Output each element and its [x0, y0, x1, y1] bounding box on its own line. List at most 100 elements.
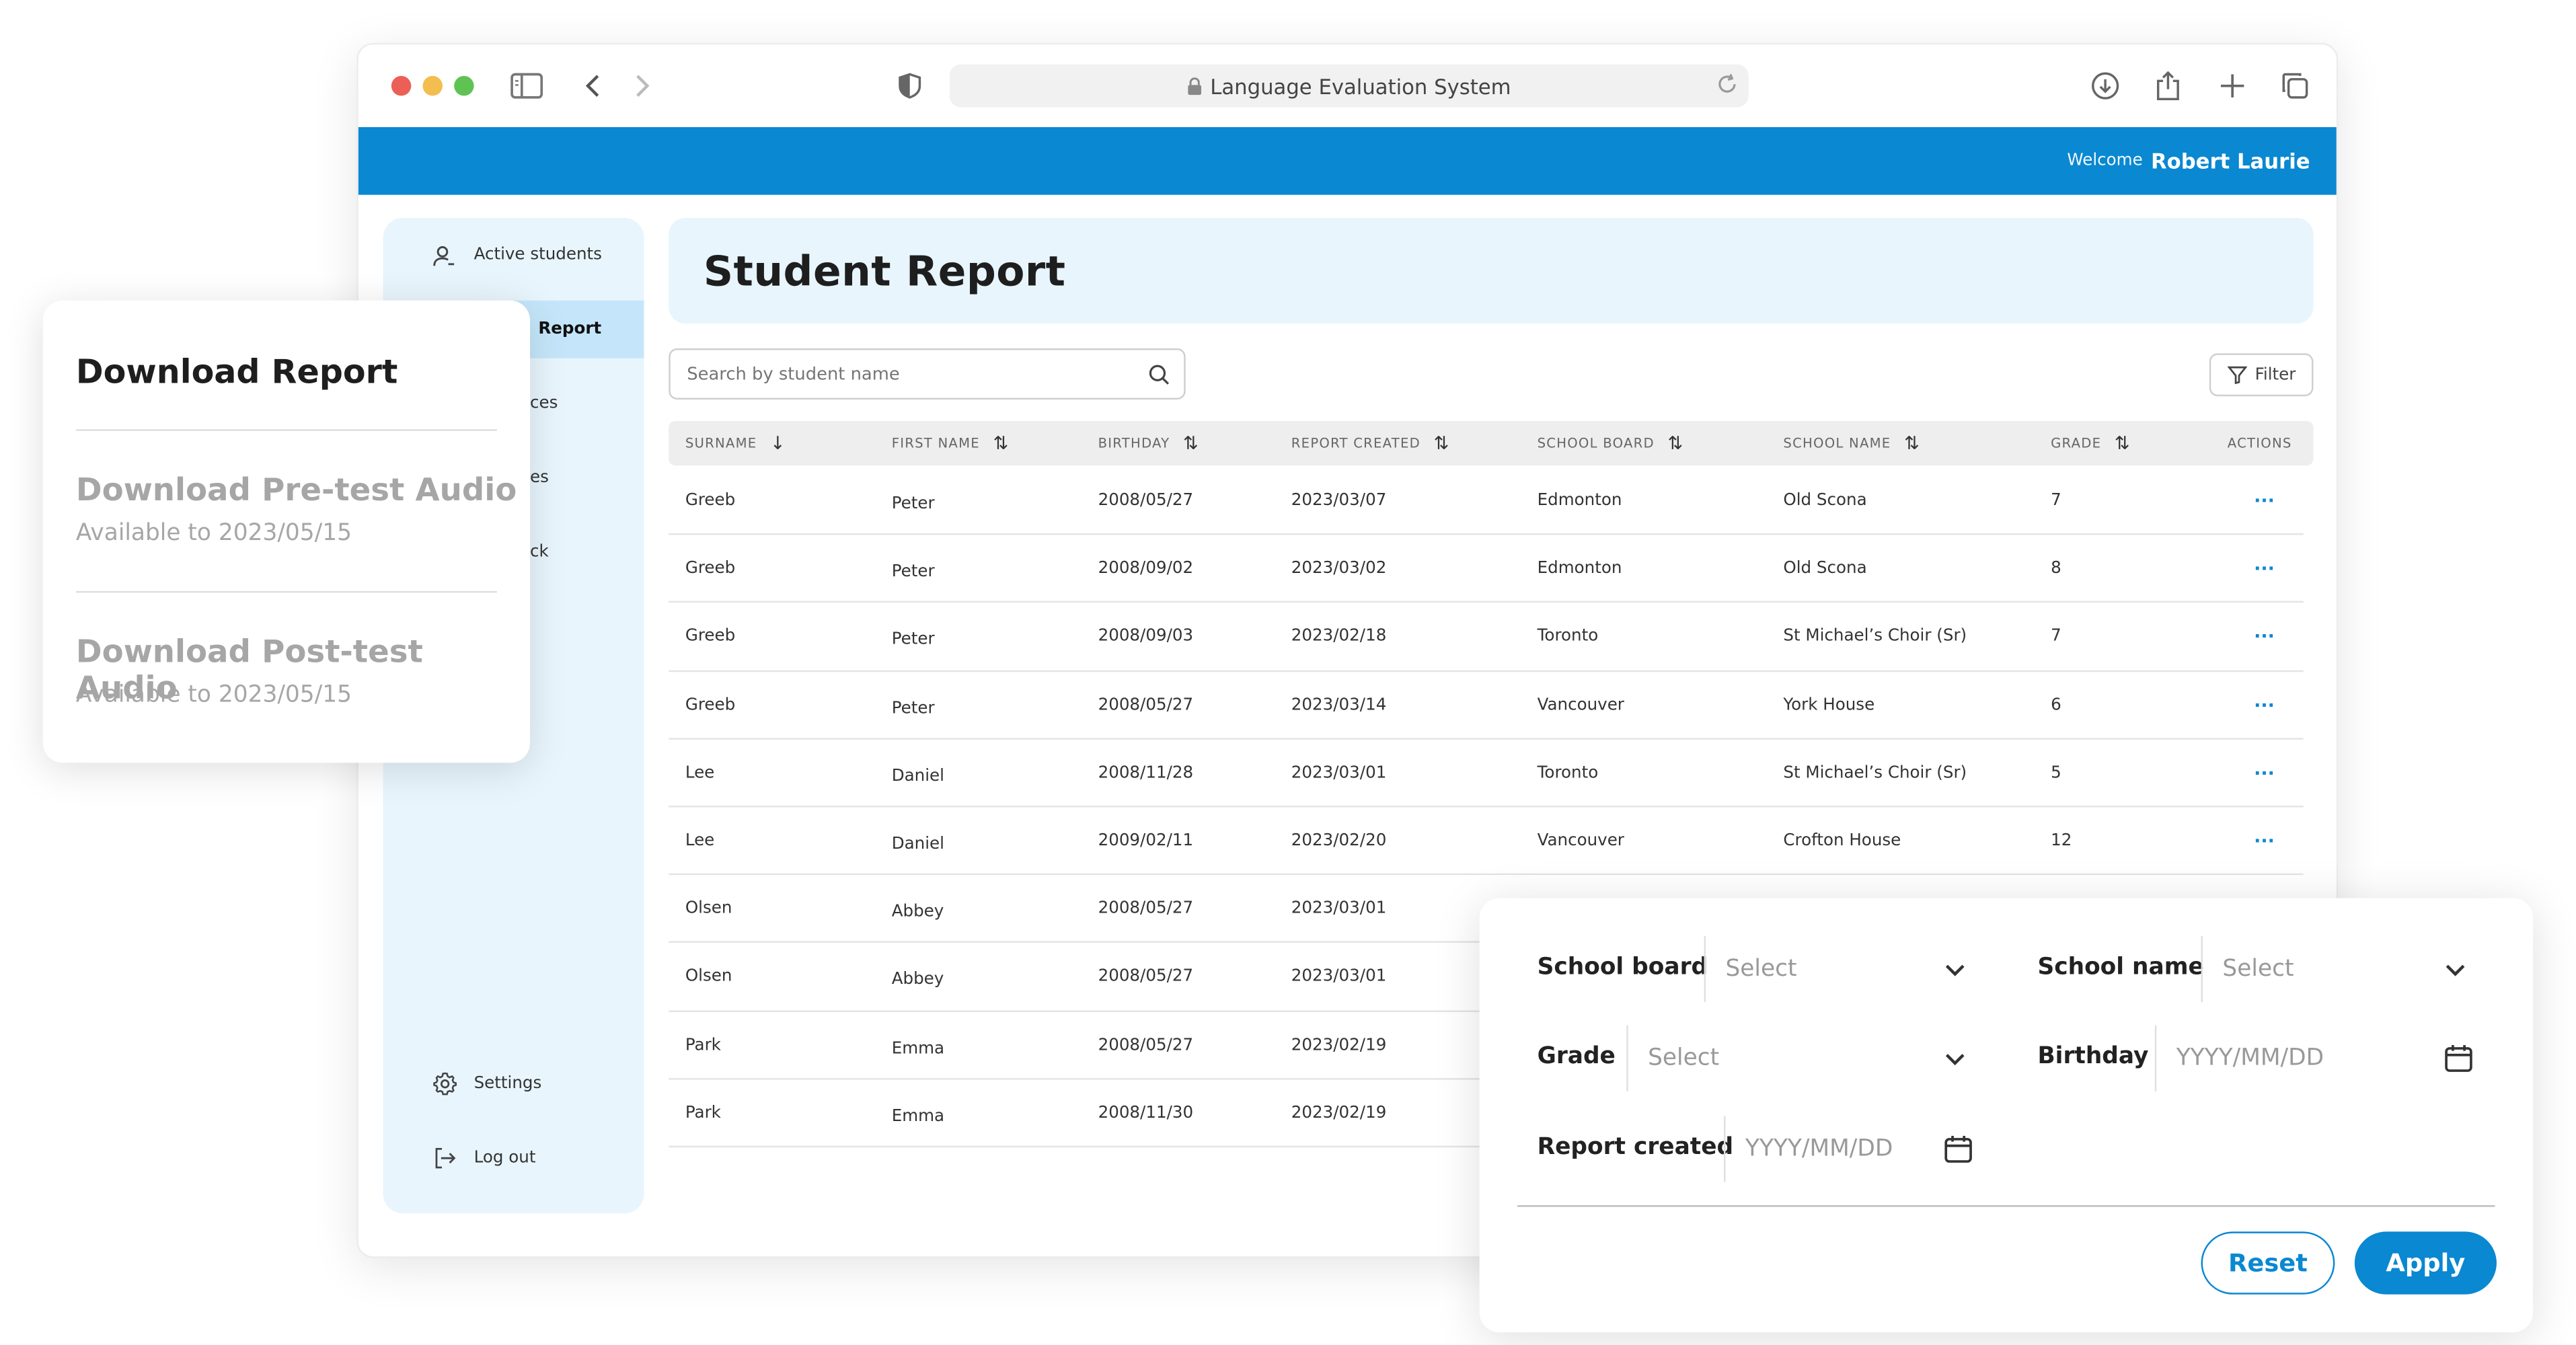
column-header-school-name[interactable]: SCHOOL NAME ⇅	[1783, 421, 1919, 465]
post-test-availability: Available to 2023/05/15	[75, 681, 352, 709]
calendar-icon[interactable]	[1942, 1132, 1975, 1165]
column-header-label: FIRST NAME	[891, 436, 980, 451]
cell-surname: Lee	[685, 764, 715, 783]
school-board-label: School board	[1537, 954, 1708, 981]
page: Language Evaluation System Welcome Rober…	[0, 0, 2576, 1345]
sidebar-toggle-icon[interactable]	[508, 68, 545, 104]
column-header-surname[interactable]: SURNAME ↓	[685, 421, 786, 465]
cell-report-created: 2023/02/18	[1291, 627, 1387, 646]
sort-icon[interactable]: ⇅	[1434, 432, 1449, 454]
sort-icon[interactable]: ⇅	[1183, 432, 1199, 454]
cell-first-name: Peter	[891, 699, 935, 718]
column-header-label: SCHOOL NAME	[1783, 436, 1891, 451]
row-actions-button[interactable]: ···	[2254, 535, 2275, 603]
cell-birthday: 2008/05/27	[1098, 1036, 1194, 1054]
sort-desc-icon[interactable]: ↓	[770, 432, 786, 454]
column-header-first-name[interactable]: FIRST NAME ⇅	[892, 421, 1008, 465]
table-row[interactable]: Greeb Peter 2008/09/02 2023/03/02 Edmonton Ol…	[669, 535, 2304, 603]
column-header-label: SURNAME	[685, 436, 757, 451]
search-input[interactable]	[669, 348, 1186, 400]
row-actions-button[interactable]: ···	[2254, 739, 2275, 807]
minimize-window-button[interactable]	[422, 75, 443, 96]
sidebar-item-logout[interactable]: Log out	[383, 1129, 644, 1187]
cell-birthday: 2008/09/03	[1098, 627, 1194, 646]
column-header-grade[interactable]: GRADE ⇅	[2051, 421, 2129, 465]
sidebar-item-label: Report	[538, 320, 602, 339]
search-icon[interactable]	[1147, 362, 1170, 385]
reload-icon[interactable]	[1716, 73, 1739, 95]
url-text: Language Evaluation System	[1210, 73, 1511, 99]
maximize-window-button[interactable]	[454, 75, 474, 96]
grade-value: Select	[1648, 1045, 1720, 1072]
column-header-school-board[interactable]: SCHOOL BOARD ⇅	[1538, 421, 1683, 465]
cell-surname: Greeb	[685, 627, 736, 646]
cell-report-created: 2023/02/19	[1291, 1104, 1387, 1122]
row-actions-button[interactable]: ···	[2254, 603, 2275, 671]
sort-icon[interactable]: ⇅	[1667, 432, 1683, 454]
row-actions-button[interactable]: ···	[2254, 671, 2275, 739]
apply-button[interactable]: Apply	[2354, 1231, 2497, 1295]
table-row[interactable]: Greeb Peter 2008/09/03 2023/02/18 Toronto St …	[669, 603, 2304, 672]
cell-surname: Greeb	[685, 695, 736, 714]
lock-icon	[1187, 77, 1202, 95]
sort-icon[interactable]: ⇅	[1904, 432, 1920, 454]
cell-surname: Greeb	[685, 560, 736, 578]
close-window-button[interactable]	[391, 75, 412, 96]
download-pre-test-audio-link[interactable]: Download Pre-test Audio	[76, 472, 517, 508]
sidebar-item-settings[interactable]: Settings	[383, 1055, 644, 1113]
cell-surname: Olsen	[685, 968, 732, 987]
scene: Language Evaluation System Welcome Rober…	[0, 0, 2576, 1345]
cell-report-created: 2023/03/01	[1291, 764, 1387, 783]
cell-grade: 6	[2051, 695, 2061, 714]
sidebar-item-label: Active students	[473, 245, 603, 264]
sidebar-item-active-students[interactable]: Active students	[383, 226, 644, 284]
pre-test-availability: Available to 2023/05/15	[75, 520, 352, 547]
table-row[interactable]: Lee Daniel 2009/02/11 2023/02/20 Vancouver Cr…	[669, 807, 2304, 876]
column-header-label: BIRTHDAY	[1098, 436, 1170, 451]
cell-school-name: St Michael’s Choir (Sr)	[1783, 627, 1967, 646]
filter-button[interactable]: Filter	[2209, 353, 2314, 397]
tabs-overview-icon[interactable]	[2277, 68, 2313, 104]
download-report-card: Download Report Download Pre-test Audio …	[42, 300, 531, 763]
row-actions-button[interactable]: ···	[2254, 467, 2275, 535]
table-row[interactable]: Greeb Peter 2008/05/27 2023/03/07 Edmonton Ol…	[669, 467, 2304, 535]
cell-grade: 8	[2051, 560, 2061, 578]
filter-panel-divider	[1517, 1205, 2495, 1207]
back-icon[interactable]	[574, 68, 611, 104]
school-board-select[interactable]: Select	[1704, 935, 1985, 1003]
sidebar-item-label: ck	[530, 543, 549, 562]
share-icon[interactable]	[2150, 68, 2186, 104]
column-header-report-created[interactable]: REPORT CREATED ⇅	[1291, 421, 1449, 465]
table-row[interactable]: Lee Daniel 2008/11/28 2023/03/01 Toronto St M…	[669, 739, 2304, 808]
user-name[interactable]: Robert Laurie	[2151, 149, 2310, 174]
report-created-date-input[interactable]: YYYY/MM/DD	[1724, 1116, 1988, 1182]
sidebar-item-label: Log out	[473, 1149, 536, 1167]
privacy-shield-icon[interactable]	[892, 68, 928, 104]
cell-surname: Olsen	[685, 900, 732, 919]
address-bar[interactable]: Language Evaluation System	[949, 64, 1749, 108]
sidebar-item-label: ces	[530, 394, 558, 413]
column-header-birthday[interactable]: BIRTHDAY ⇅	[1098, 421, 1199, 465]
cell-first-name: Daniel	[891, 835, 944, 854]
divider	[75, 429, 497, 431]
cell-report-created: 2023/03/07	[1291, 492, 1387, 510]
sort-icon[interactable]: ⇅	[993, 432, 1009, 454]
browser-titlebar: Language Evaluation System	[358, 44, 2337, 128]
new-tab-icon[interactable]	[2214, 68, 2250, 104]
cell-report-created: 2023/03/14	[1291, 695, 1387, 714]
reset-button[interactable]: Reset	[2201, 1231, 2335, 1295]
row-actions-button[interactable]: ···	[2254, 807, 2275, 875]
table-row[interactable]: Greeb Peter 2008/05/27 2023/03/14 Vancouver Y…	[669, 671, 2304, 740]
sort-icon[interactable]: ⇅	[2115, 432, 2130, 454]
school-name-select[interactable]: Select	[2201, 935, 2485, 1003]
report-created-placeholder: YYYY/MM/DD	[1745, 1136, 1893, 1163]
download-icon[interactable]	[2087, 68, 2123, 104]
cell-surname: Park	[685, 1036, 721, 1054]
forward-icon[interactable]	[624, 68, 660, 104]
birthday-date-input[interactable]: YYYY/MM/DD	[2154, 1025, 2489, 1091]
cell-surname: Greeb	[685, 492, 736, 510]
cell-report-created: 2023/03/01	[1291, 968, 1387, 987]
calendar-icon[interactable]	[2442, 1042, 2475, 1075]
logout-icon	[432, 1145, 459, 1171]
grade-select[interactable]: Select	[1626, 1025, 1985, 1091]
